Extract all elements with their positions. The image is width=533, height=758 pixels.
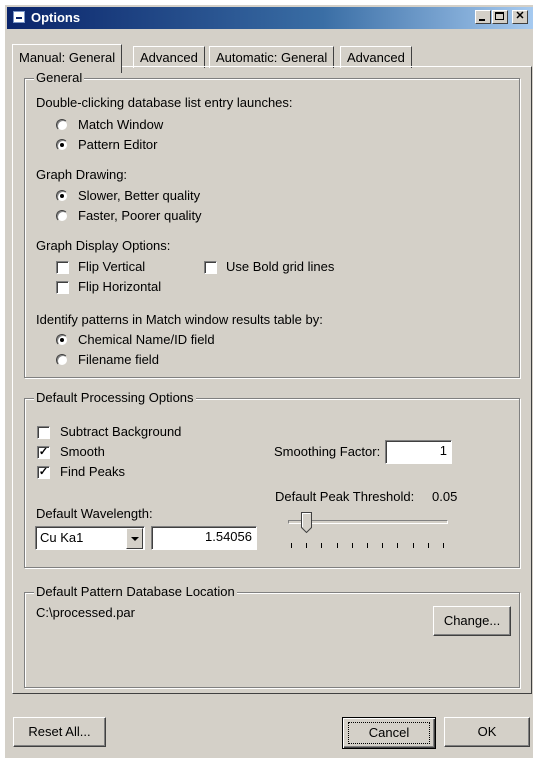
app-icon (13, 11, 25, 23)
processing-legend: Default Processing Options (34, 390, 196, 405)
smoothing-factor-label: Smoothing Factor: (274, 444, 381, 459)
cancel-button[interactable]: Cancel (342, 717, 436, 749)
pattern-editor-label[interactable]: Pattern Editor (78, 137, 158, 152)
checkmark-icon: ✓ (38, 446, 49, 458)
slider-tick (321, 543, 323, 548)
minimize-button[interactable] (475, 10, 491, 24)
slider-tick (443, 543, 444, 548)
checkbox-bold-grid[interactable] (204, 261, 217, 274)
dropdown-arrow-icon[interactable] (126, 528, 143, 549)
title-bar[interactable]: Options ✕ (7, 7, 533, 29)
slider-tick (291, 543, 292, 548)
dblclick-label: Double-clicking database list entry laun… (36, 95, 293, 110)
maximize-icon (495, 12, 504, 20)
radio-chemical-name[interactable] (56, 334, 68, 346)
graph-display-label: Graph Display Options: (36, 238, 171, 253)
wavelength-input[interactable]: 1.54056 (151, 526, 257, 550)
slider-tick (367, 543, 368, 548)
smooth-label[interactable]: Smooth (60, 444, 105, 459)
chemical-name-label[interactable]: Chemical Name/ID field (78, 332, 215, 347)
radio-pattern-editor[interactable] (56, 139, 68, 151)
wavelength-value: 1.54056 (205, 529, 252, 544)
match-window-label[interactable]: Match Window (78, 117, 163, 132)
change-button-label: Change... (443, 613, 501, 628)
tab-label: Advanced (140, 50, 198, 65)
wavelength-label: Default Wavelength: (36, 506, 153, 521)
slider-tick (336, 543, 338, 548)
slider-tick (397, 543, 399, 548)
slider-tick (382, 543, 384, 548)
close-icon: ✕ (515, 10, 525, 22)
smoothing-factor-input[interactable]: 1 (385, 440, 452, 464)
reset-all-label: Reset All... (28, 724, 91, 739)
peak-threshold-value: 0.05 (432, 489, 458, 504)
flip-horizontal-label[interactable]: Flip Horizontal (78, 279, 161, 294)
filename-label[interactable]: Filename field (78, 352, 159, 367)
peak-threshold-slider[interactable] (301, 512, 313, 533)
reset-all-button[interactable]: Reset All... (13, 717, 106, 747)
find-peaks-label[interactable]: Find Peaks (60, 464, 125, 479)
focus-rect (348, 722, 430, 744)
tab-automatic-general[interactable]: Automatic: General (209, 46, 335, 68)
slider-tick (351, 543, 353, 548)
slider-tick (427, 543, 429, 548)
slower-better-label[interactable]: Slower, Better quality (78, 188, 200, 203)
wavelength-select[interactable]: Cu Ka1 (35, 526, 145, 550)
checkmark-icon: ✓ (38, 466, 49, 478)
checkbox-smooth[interactable]: ✓ (37, 446, 50, 459)
checkbox-find-peaks[interactable]: ✓ (37, 466, 50, 479)
database-legend: Default Pattern Database Location (34, 584, 237, 599)
ok-label: OK (477, 724, 497, 739)
minimize-icon (479, 19, 485, 21)
maximize-button[interactable] (492, 10, 508, 24)
tab-manual-general[interactable]: Manual: General (12, 44, 123, 73)
faster-poorer-label[interactable]: Faster, Poorer quality (78, 208, 202, 223)
checkbox-flip-horizontal[interactable] (56, 281, 69, 294)
bold-grid-label[interactable]: Use Bold grid lines (226, 259, 334, 274)
radio-slower-better[interactable] (56, 190, 68, 202)
slider-tick (306, 543, 308, 548)
radio-faster-poorer[interactable] (56, 210, 68, 222)
tab-automatic-advanced[interactable]: Advanced (340, 46, 412, 68)
graph-drawing-label: Graph Drawing: (36, 167, 128, 182)
ok-button[interactable]: OK (444, 717, 530, 747)
database-path: C:\processed.par (36, 605, 135, 620)
radio-match-window[interactable] (56, 119, 68, 131)
slider-tick (412, 543, 414, 548)
wavelength-select-value: Cu Ka1 (40, 530, 84, 545)
close-button[interactable]: ✕ (512, 10, 528, 24)
tab-label: Advanced (347, 50, 405, 65)
radio-filename[interactable] (56, 354, 68, 366)
tab-label: Automatic: General (216, 50, 328, 65)
window-title: Options (31, 10, 81, 25)
subtract-background-label[interactable]: Subtract Background (60, 424, 181, 439)
change-button[interactable]: Change... (433, 606, 511, 636)
checkbox-subtract-background[interactable] (37, 426, 50, 439)
smoothing-factor-value: 1 (439, 443, 447, 458)
tab-manual-advanced[interactable]: Advanced (133, 46, 205, 68)
tab-label: Manual: General (19, 50, 116, 65)
flip-vertical-label[interactable]: Flip Vertical (78, 259, 145, 274)
checkbox-flip-vertical[interactable] (56, 261, 69, 274)
identify-label: Identify patterns in Match window result… (36, 312, 323, 327)
peak-threshold-label: Default Peak Threshold: (275, 489, 415, 504)
